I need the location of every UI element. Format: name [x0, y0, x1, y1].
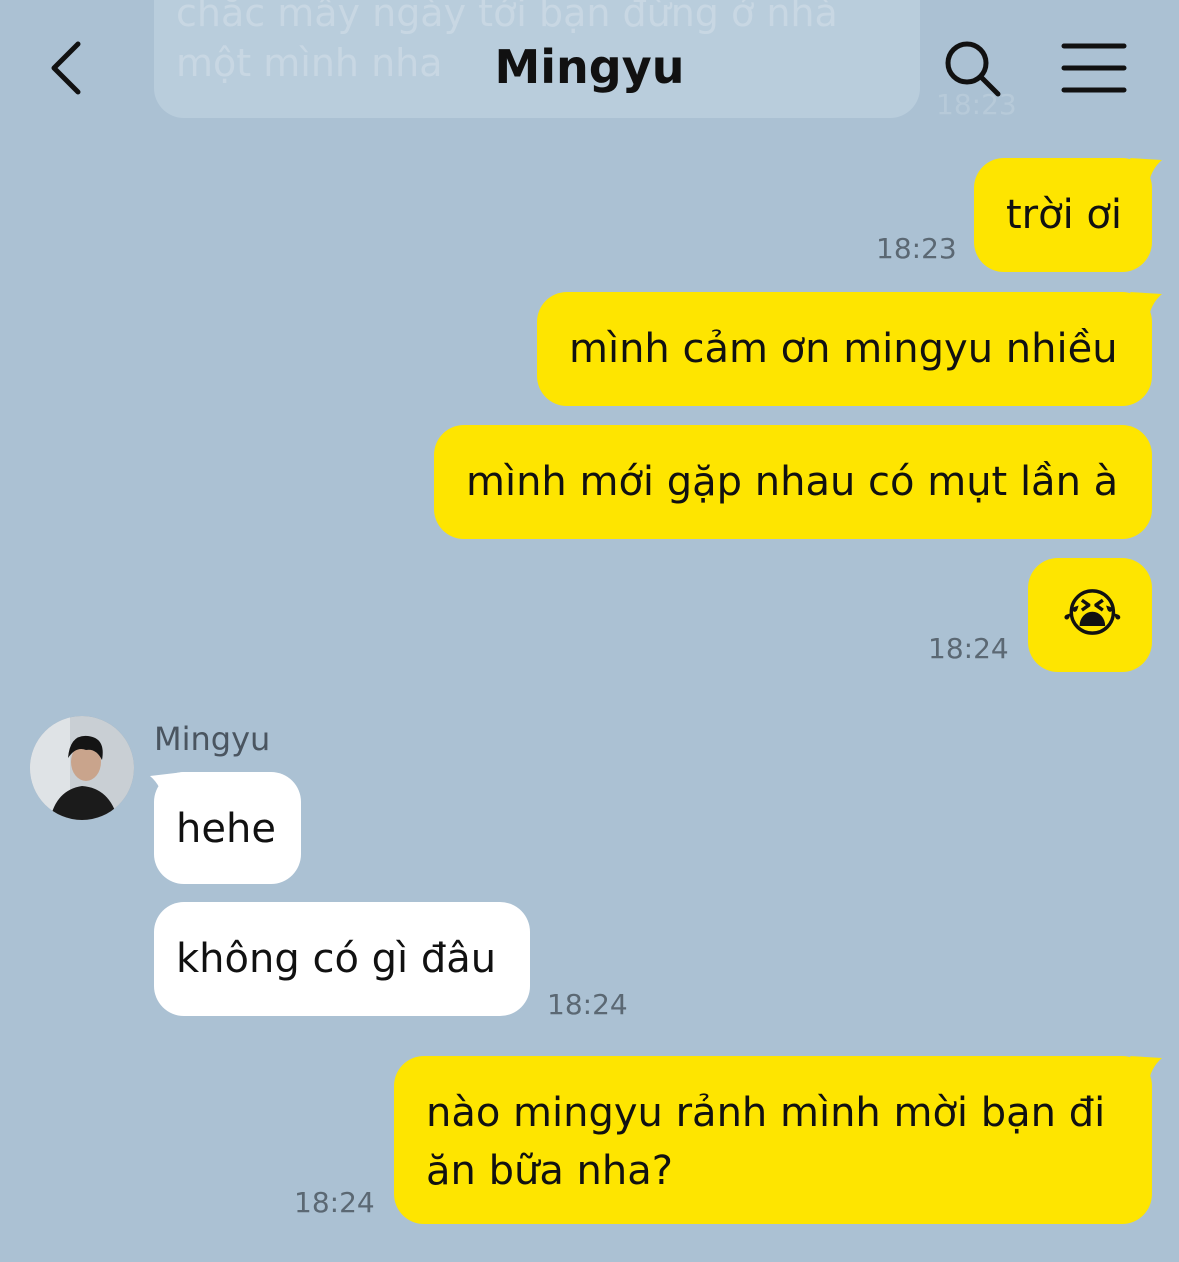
message-time: 18:24 — [294, 1186, 375, 1219]
outgoing-message-bubble[interactable]: mình cảm ơn mingyu nhiều — [537, 292, 1152, 406]
message-text: trời ơi — [1006, 192, 1123, 238]
bubble-tail — [1130, 158, 1162, 188]
loudly-crying-face-icon: 😭 — [1062, 584, 1123, 644]
message-text: mình cảm ơn mingyu nhiều — [569, 326, 1118, 372]
message-time: 18:24 — [928, 632, 1009, 665]
message-text-line1: nào mingyu rảnh mình mời bạn đi — [426, 1090, 1106, 1136]
outgoing-message-bubble[interactable]: trời ơi — [974, 158, 1152, 272]
outgoing-message-bubble[interactable]: nào mingyu rảnh mình mời bạn đi ăn bữa n… — [394, 1056, 1152, 1224]
message-text: mình mới gặp nhau có mụt lần à — [466, 459, 1119, 505]
avatar-photo — [30, 716, 134, 820]
message-time: 18:23 — [876, 232, 957, 265]
bubble-tail — [1130, 292, 1162, 322]
sender-name: Mingyu — [154, 720, 271, 758]
outgoing-emoji-bubble[interactable]: 😭 — [1028, 558, 1152, 672]
message-text: không có gì đâu — [176, 936, 497, 982]
avatar[interactable] — [30, 716, 134, 820]
bubble-tail — [150, 772, 184, 804]
hamburger-menu-icon — [1061, 43, 1127, 93]
message-text: hehe — [176, 806, 276, 852]
chat-screen: chắc mấy ngày tới bạn đừng ở nhà một mìn… — [0, 0, 1179, 1262]
message-text-line2: ăn bữa nha? — [426, 1148, 673, 1194]
bubble-tail — [1130, 1056, 1162, 1086]
menu-button[interactable] — [1058, 40, 1130, 96]
search-button[interactable] — [940, 36, 1004, 100]
chat-header: Mingyu — [0, 0, 1179, 130]
search-icon — [945, 41, 1001, 97]
message-time: 18:24 — [547, 988, 628, 1021]
outgoing-message-bubble[interactable]: mình mới gặp nhau có mụt lần à — [434, 425, 1152, 539]
incoming-message-bubble[interactable]: không có gì đâu — [154, 902, 530, 1016]
